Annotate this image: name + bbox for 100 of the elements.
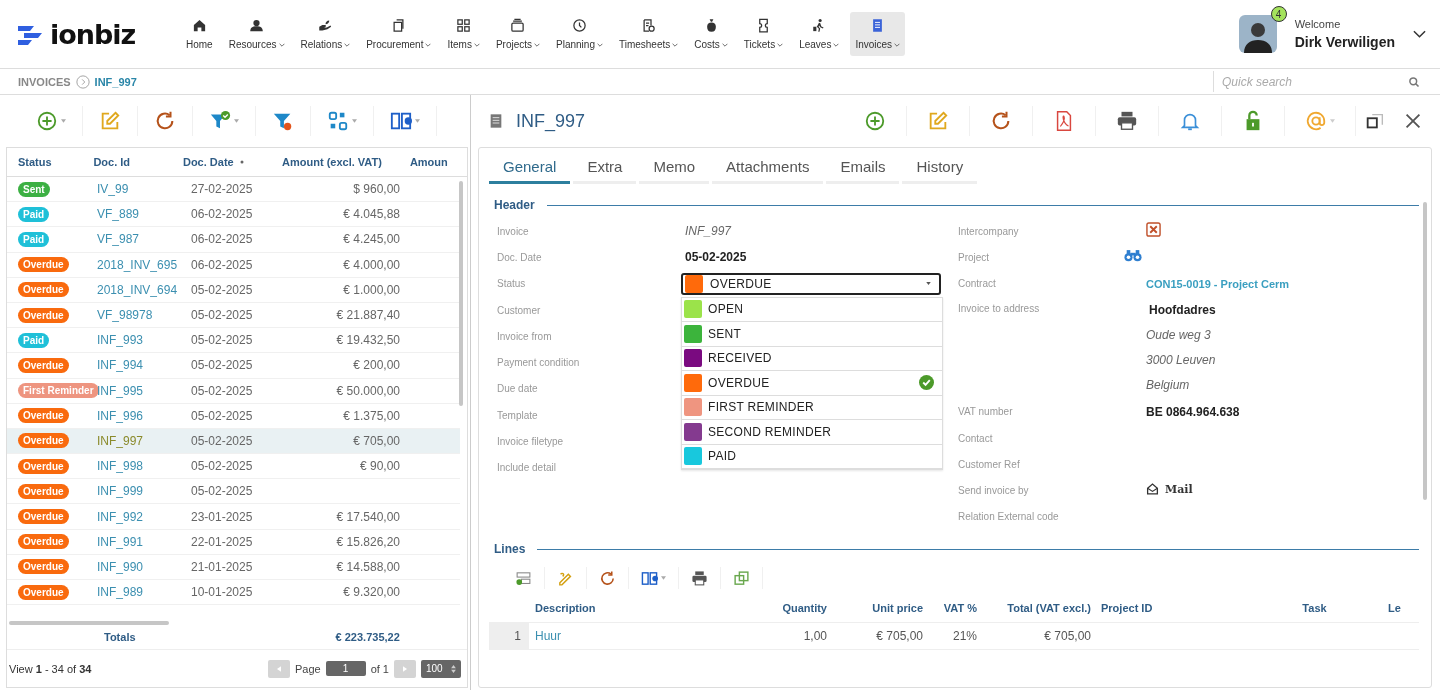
nav-item[interactable]: Projects [490,12,546,56]
column-header[interactable]: Doc. Date [180,156,273,168]
nav-item[interactable]: Resources [223,12,290,56]
nav-item[interactable]: Planning [551,12,608,56]
column-header[interactable]: VAT % [923,602,977,615]
table-row[interactable]: Overdue INF_989 10-01-2025 € 9.320,00 [7,580,460,606]
tab[interactable]: Memo [639,155,710,184]
nav-item[interactable]: Leaves [794,12,845,56]
page-input[interactable]: 1 [325,661,366,676]
table-cell[interactable]: INF_998 [93,459,189,474]
dropdown-option[interactable]: SENT [682,322,942,347]
search-icon[interactable] [1408,75,1420,88]
table-cell[interactable]: INF_992 [93,509,189,524]
nav-item[interactable]: Items [442,12,485,56]
table-row[interactable]: Overdue INF_998 05-02-2025 € 90,00 [7,454,460,480]
table-cell[interactable]: INF_993 [93,333,189,348]
table-cell[interactable]: 2018_INV_694 [93,282,189,297]
nav-item[interactable]: Costs [689,12,733,56]
table-row[interactable]: Paid INF_993 05-02-2025 € 19.432,50 [7,328,460,354]
record-title: INF_997 [516,110,586,132]
scrollbar[interactable] [9,621,169,625]
page-label: Page [294,662,321,675]
scrollbar[interactable] [459,181,463,406]
avatar[interactable] [1238,15,1277,53]
table-cell-text: 05-02-2025 [190,408,254,423]
column-header[interactable]: Quantity [769,602,827,615]
table-cell-text: € 1.000,00 [342,282,400,297]
status-select[interactable]: OVERDUE [681,272,941,295]
status-badge: Overdue [18,559,69,575]
dropdown-option[interactable]: OPEN [682,297,942,323]
table-row[interactable]: Overdue INF_997 05-02-2025 € 705,00 [7,428,460,455]
table-cell[interactable]: INF_994 [93,358,189,373]
table-row[interactable]: Paid VF_987 06-02-2025 € 4.245,00 [7,227,460,253]
tab[interactable]: General [489,155,571,184]
breadcrumb-item[interactable]: INF_997 [94,75,137,88]
table-cell[interactable]: INF_989 [93,585,189,600]
plus-circle-icon [36,110,58,132]
tab[interactable]: History [902,155,978,184]
column-header[interactable]: Description [529,602,769,615]
table-row[interactable]: Overdue INF_990 21-01-2025 € 14.588,00 [7,554,460,580]
table-cell[interactable]: INF_996 [93,408,189,423]
column-header[interactable]: Unit price [827,602,923,615]
table-cell[interactable]: INF_999 [93,484,189,499]
field-label: Invoice [497,225,530,237]
nav-item[interactable]: Procurement [361,12,437,56]
table-cell[interactable]: VF_987 [93,232,189,247]
binoculars-icon[interactable] [1124,249,1142,263]
tab[interactable]: Emails [826,155,900,184]
table-row[interactable]: Overdue INF_992 23-01-2025 € 17.540,00 [7,504,460,530]
chevron-down-icon[interactable] [1413,30,1426,38]
tab[interactable]: Extra [573,155,637,184]
logo-text: ionbiz [50,18,136,50]
nav-item[interactable]: Relations [295,12,356,56]
table-row[interactable]: First Reminder INF_995 05-02-2025 € 50.000,00 [7,378,460,404]
nav-item[interactable]: Invoices [850,12,906,56]
table-row[interactable]: Overdue INF_991 22-01-2025 € 15.826,20 [7,529,460,555]
column-header[interactable]: Doc. Id [89,156,181,168]
scrollbar[interactable] [1423,202,1427,500]
column-header[interactable]: Amount (excl. VAT) [272,156,382,168]
nav-item[interactable]: Timesheets [613,12,684,56]
page-size-select[interactable]: 100 [421,659,461,678]
table-row[interactable]: Overdue INF_999 05-02-2025 [7,479,460,505]
caret-icon [777,42,784,47]
column-header[interactable]: Amoun [381,156,467,168]
breadcrumb-item[interactable]: INVOICES [18,75,71,88]
table-row[interactable]: Overdue 2018_INV_695 06-02-2025 € 4.000,00 [7,252,460,278]
column-header[interactable]: Total (VAT excl.) [977,602,1091,615]
nav-item[interactable]: Home [181,12,218,56]
table-row[interactable]: Overdue INF_994 05-02-2025 € 200,00 [7,353,460,379]
cards-icon [509,18,527,33]
table-cell[interactable]: INF_990 [93,559,189,574]
checkbox-x-icon[interactable] [1146,222,1161,238]
clock-icon [571,18,588,33]
table-cell[interactable]: VF_98978 [93,308,189,323]
table-cell[interactable]: IV_99 [93,182,189,197]
dropdown-option[interactable]: SECOND REMINDER [682,420,942,445]
add-row-icon [515,569,532,587]
nav-item[interactable]: Tickets [738,12,789,56]
table-cell[interactable]: VF_889 [93,207,189,222]
table-cell[interactable]: INF_991 [93,534,189,549]
column-header[interactable]: Project ID [1091,602,1241,615]
dropdown-option[interactable]: RECEIVED [682,346,942,372]
table-cell[interactable]: INF_997 [93,433,189,448]
address-line: Belgium [1146,377,1191,395]
table-cell[interactable]: 2018_INV_695 [93,257,189,272]
dropdown-option[interactable]: PAID [682,444,942,470]
table-cell-text: 05-02-2025 [190,433,254,448]
table-cell[interactable]: Huur [529,629,769,644]
table-row[interactable]: Paid VF_889 06-02-2025 € 4.045,88 [7,202,460,228]
column-header[interactable]: Status [7,156,90,168]
column-header[interactable]: Le [1388,602,1418,615]
table-row[interactable]: Overdue VF_98978 05-02-2025 € 21.887,40 [7,302,460,329]
dropdown-option[interactable]: OVERDUE [682,371,942,396]
column-header[interactable]: Task [1241,602,1388,615]
table-row[interactable]: Overdue INF_996 05-02-2025 € 1.375,00 [7,403,460,429]
table-row[interactable]: Overdue 2018_INV_694 05-02-2025 € 1.000,00 [7,277,460,303]
status-badge: Overdue [18,433,69,449]
table-row[interactable]: Sent IV_99 27-02-2025 $ 960,00 [7,177,460,203]
dropdown-option[interactable]: FIRST REMINDER [682,395,942,421]
tab[interactable]: Attachments [712,155,824,184]
